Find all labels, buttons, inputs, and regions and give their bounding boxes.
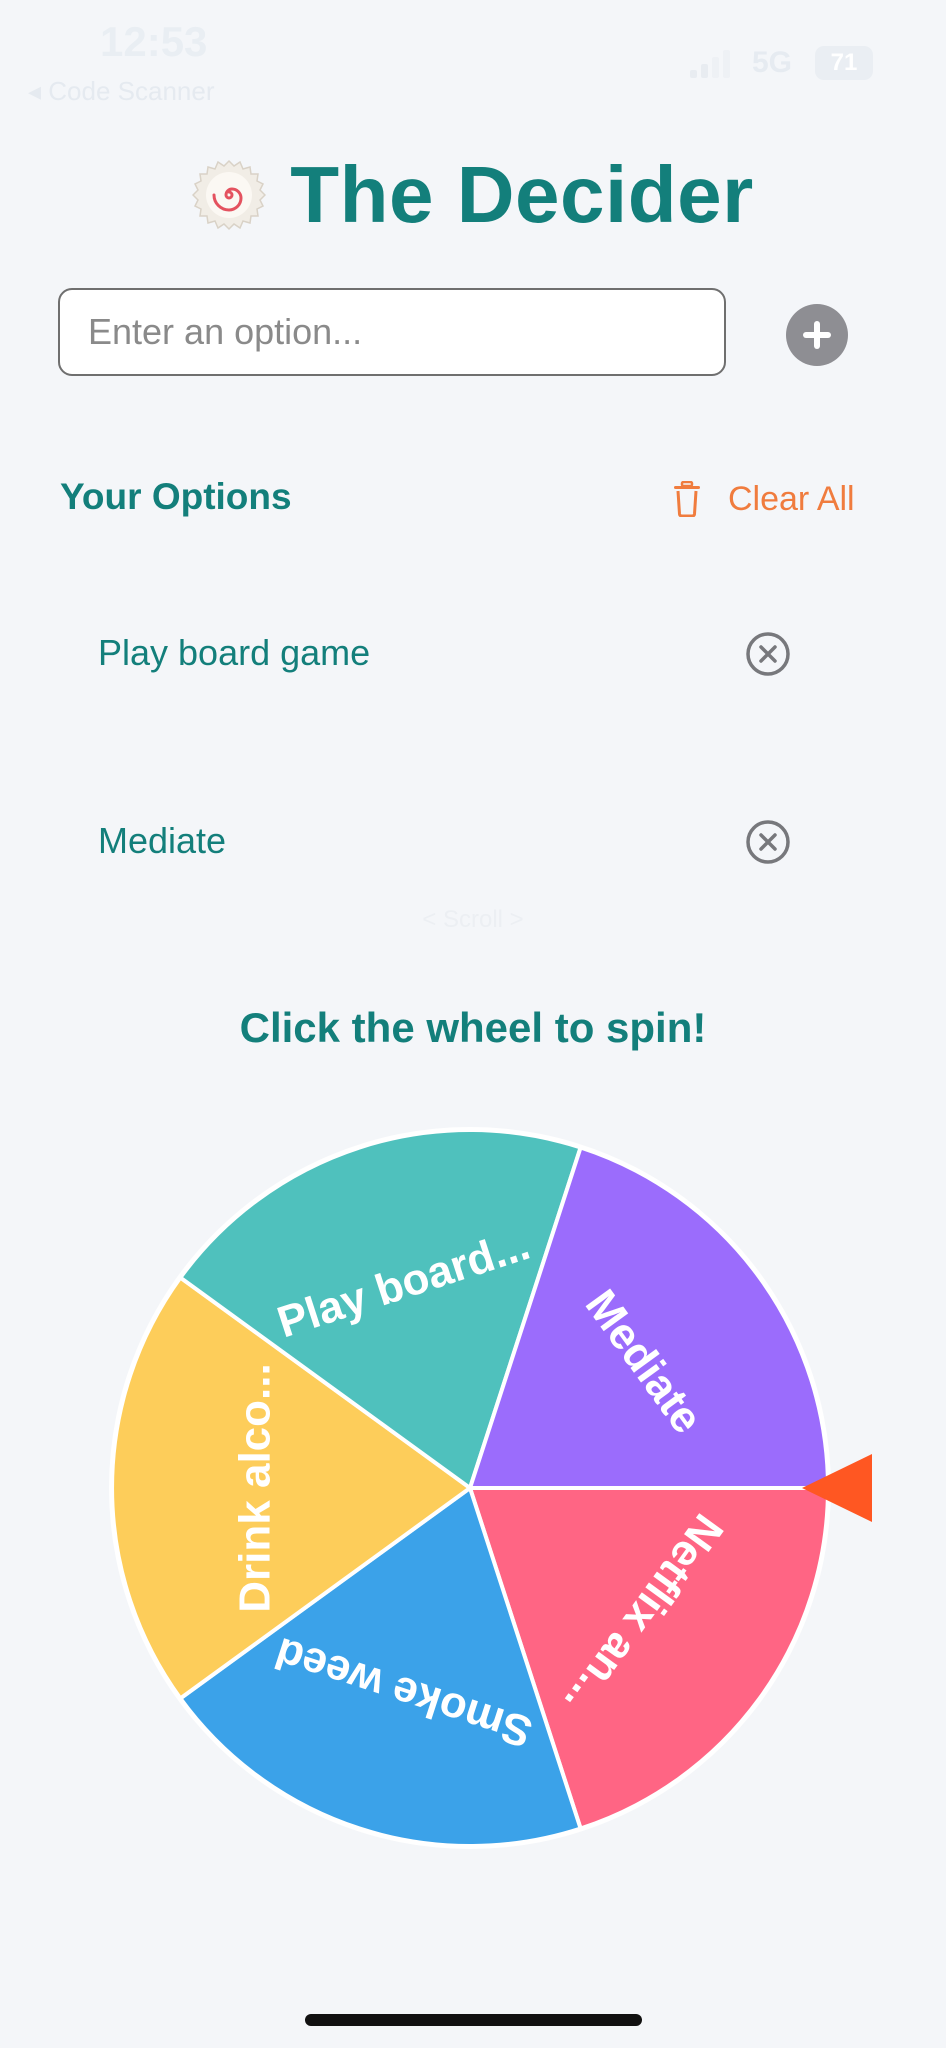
back-to-app-link[interactable]: ◂ Code Scanner	[28, 76, 215, 107]
list-item: Mediate	[0, 798, 946, 888]
option-input[interactable]	[58, 288, 726, 376]
clear-all-button[interactable]: Clear All	[672, 474, 855, 524]
options-heading: Your Options	[60, 476, 292, 517]
trash-icon	[674, 481, 700, 517]
scroll-hint: < Scroll >	[422, 906, 524, 933]
spiral-cookie-icon	[192, 159, 267, 231]
list-item: Play board game	[0, 610, 946, 700]
app-header: The Decider	[0, 150, 946, 240]
battery-icon: 71	[815, 46, 873, 80]
remove-option-button[interactable]	[744, 818, 792, 866]
add-option-button[interactable]	[786, 304, 848, 366]
plus-icon	[803, 321, 831, 349]
spin-prompt: Click the wheel to spin!	[239, 1004, 707, 1051]
status-time: 12:53	[100, 18, 208, 65]
option-label: Play board game	[98, 632, 371, 673]
signal-icon	[690, 50, 730, 78]
home-indicator	[305, 2014, 642, 2026]
network-indicator: 5G	[752, 46, 793, 79]
page-title: The Decider	[290, 150, 754, 239]
option-label: Mediate	[98, 820, 227, 861]
clear-all-label: Clear All	[728, 479, 855, 518]
remove-option-button[interactable]	[744, 630, 792, 678]
status-bar: 12:53 ◂ Code Scanner 5G 71	[0, 0, 946, 110]
